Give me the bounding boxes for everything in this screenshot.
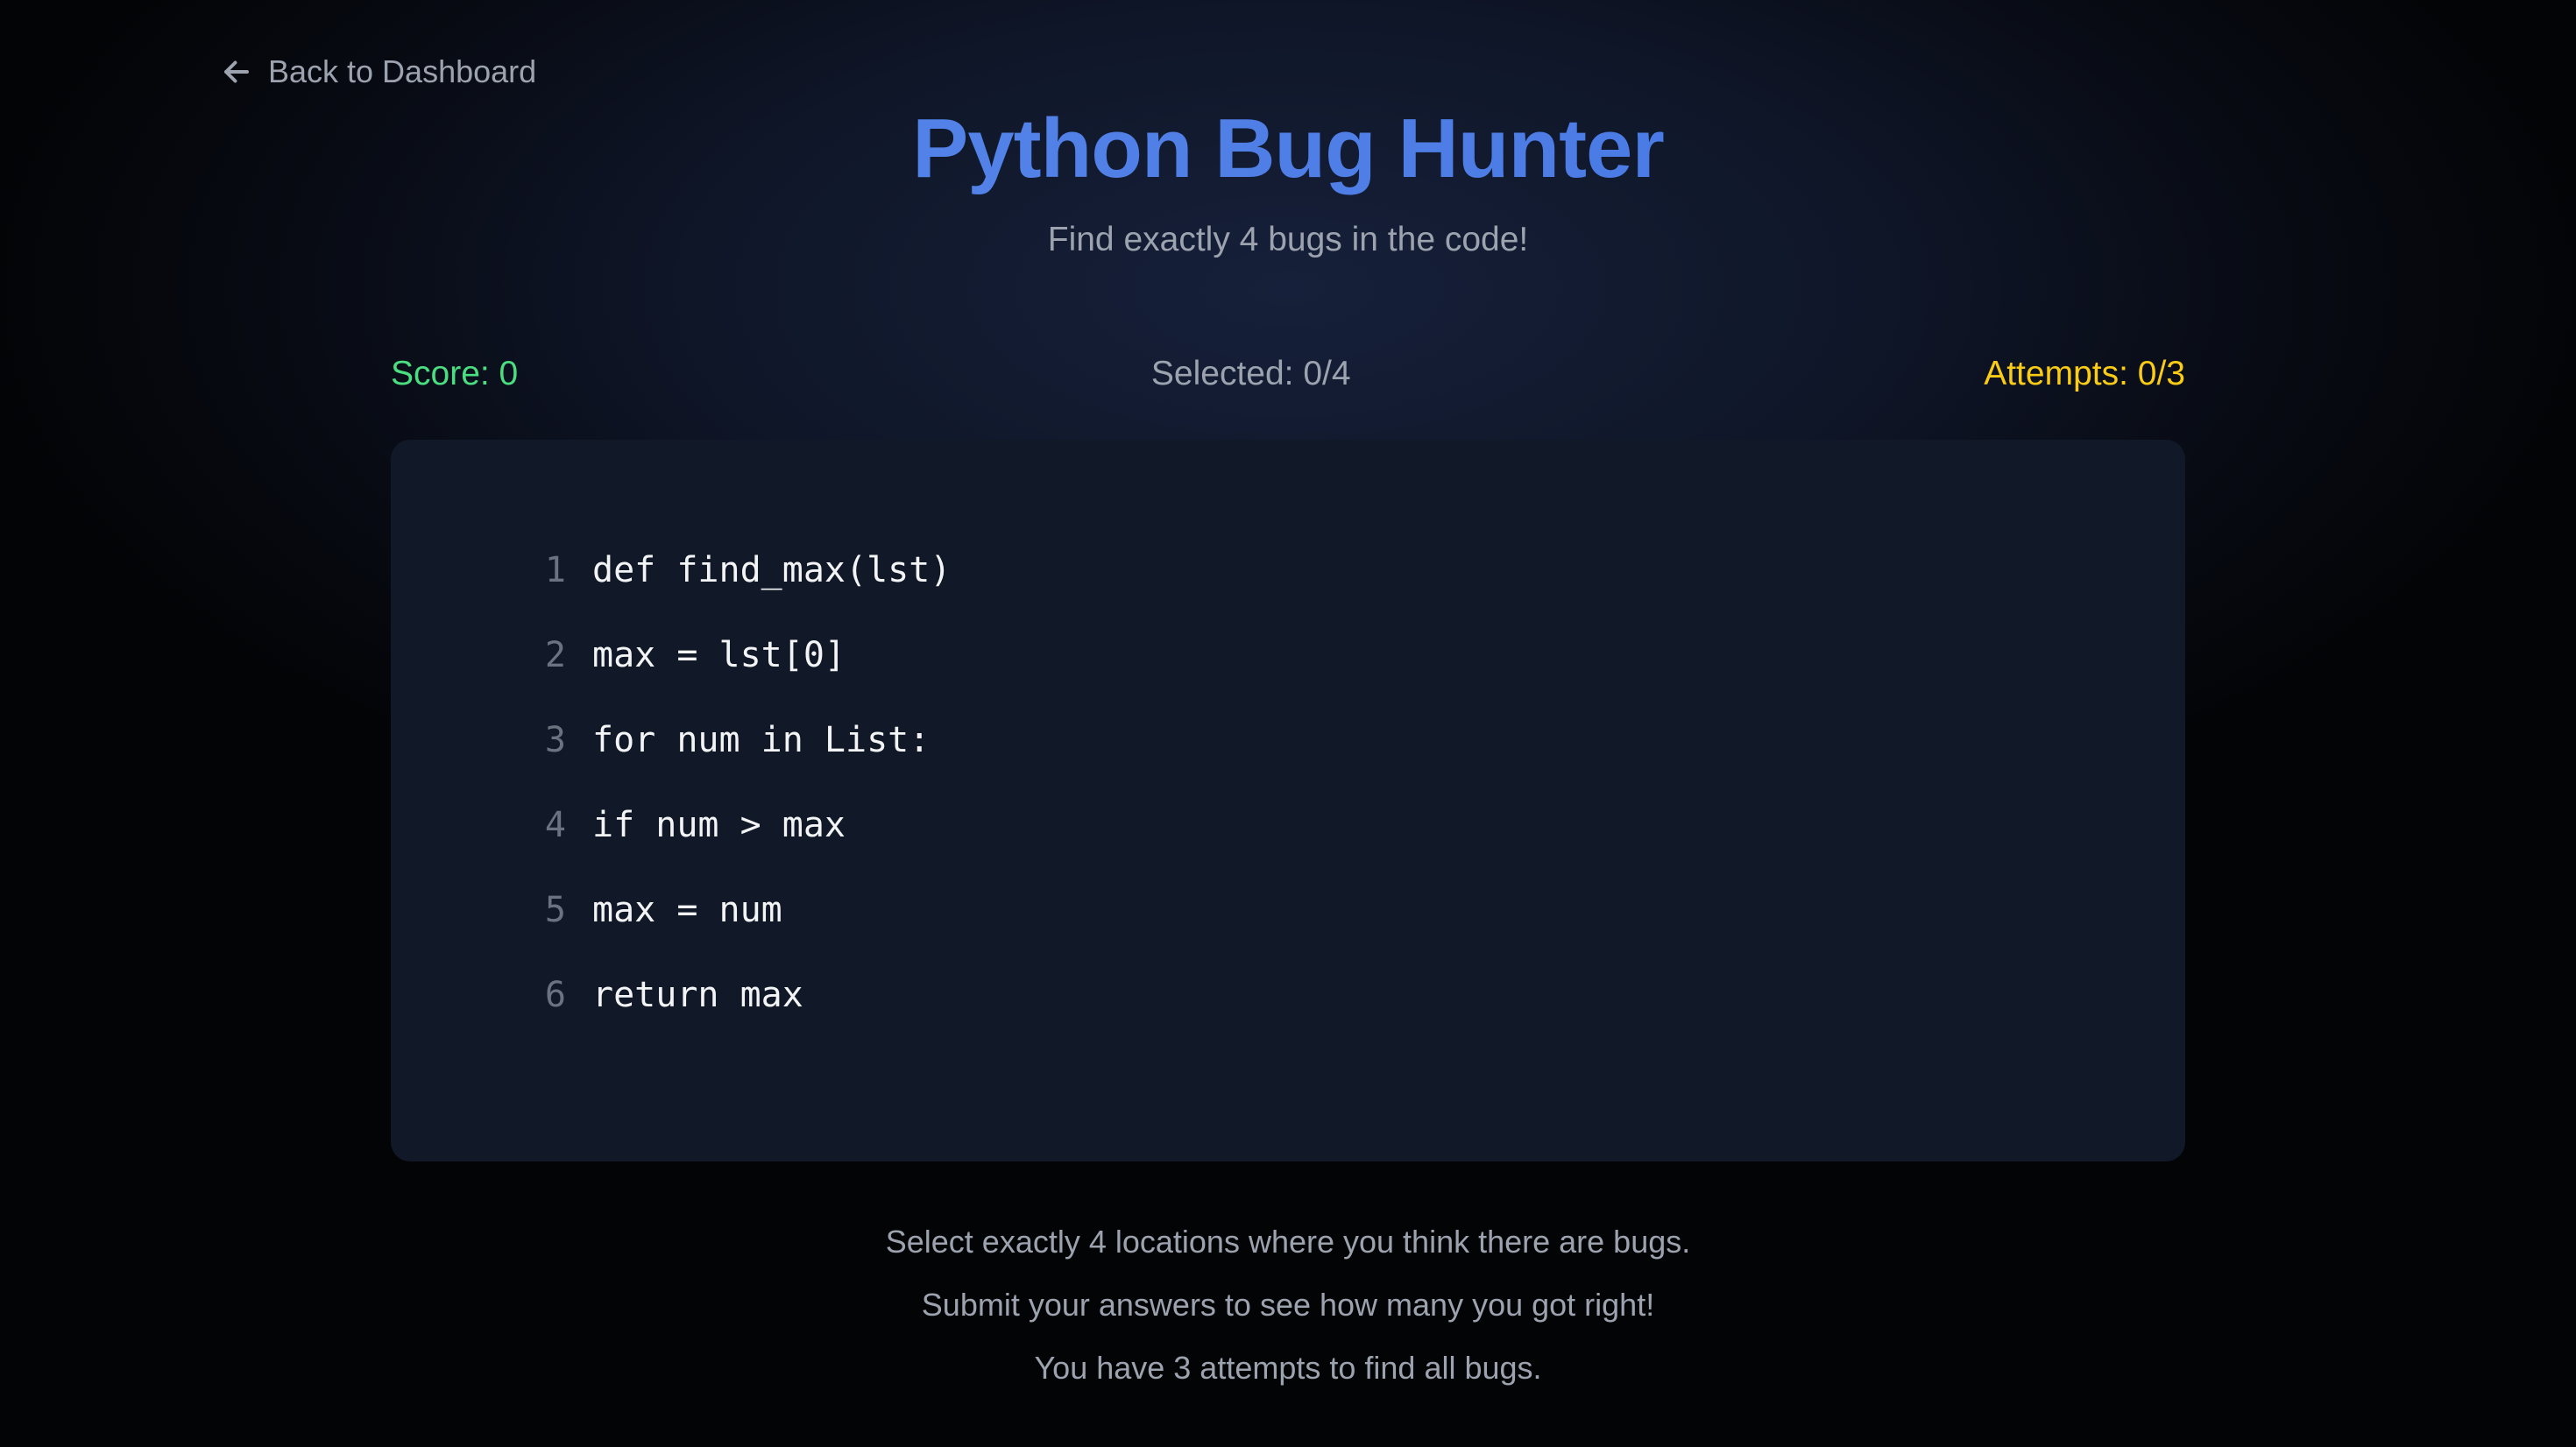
stats-bar: Score: 0 Selected: 0/4 Attempts: 0/3 [391,350,2185,398]
selected-counter: Selected: 0/4 [1150,355,1351,392]
instruction-line: You have 3 attempts to find all bugs. [1034,1350,1542,1386]
line-code[interactable]: max = num [592,890,782,930]
code-line-5[interactable]: 5 max = num [520,867,951,952]
line-number: 3 [544,719,566,760]
line-code[interactable]: max = lst[0] [592,635,846,675]
code-line-3[interactable]: 3 for num in List: [520,697,951,782]
back-link-label: Back to Dashboard [268,53,537,89]
code-line-1[interactable]: 1 def find_max(lst) [520,527,952,612]
instruction-line: Submit your answers to see how many you … [921,1287,1655,1323]
instructions: Select exactly 4 locations where you thi… [0,1216,2576,1405]
page-title: Python Bug Hunter [0,95,2576,203]
line-number: 2 [544,634,566,675]
code-line-4[interactable]: 4 if num > max [520,782,951,867]
line-number: 6 [544,974,566,1015]
attempts-counter: Attempts: 0/3 [1984,355,2185,392]
line-number: 4 [544,804,566,845]
code-line-2[interactable]: 2 max = lst[0] [520,612,951,697]
code-line-6[interactable]: 6 return max [520,952,951,1037]
line-number: 5 [544,889,566,930]
code-panel: 1 def find_max(lst) 2 max = lst[0] 3 for… [391,440,2185,1161]
line-code[interactable]: if num > max [592,805,846,845]
arrow-left-icon [221,56,252,88]
page-subtitle: Find exactly 4 bugs in the code! [1047,221,1529,258]
line-number: 1 [544,549,566,590]
line-code[interactable]: for num in List: [592,720,930,760]
back-to-dashboard-link[interactable]: Back to Dashboard [221,49,536,95]
code-lines: 1 def find_max(lst) 2 max = lst[0] 3 for… [520,527,952,1037]
line-code[interactable]: def find_max(lst) [592,550,951,590]
instruction-line: Select exactly 4 locations where you thi… [885,1224,1691,1260]
score-counter: Score: 0 [391,355,519,392]
line-code[interactable]: return max [592,975,803,1015]
